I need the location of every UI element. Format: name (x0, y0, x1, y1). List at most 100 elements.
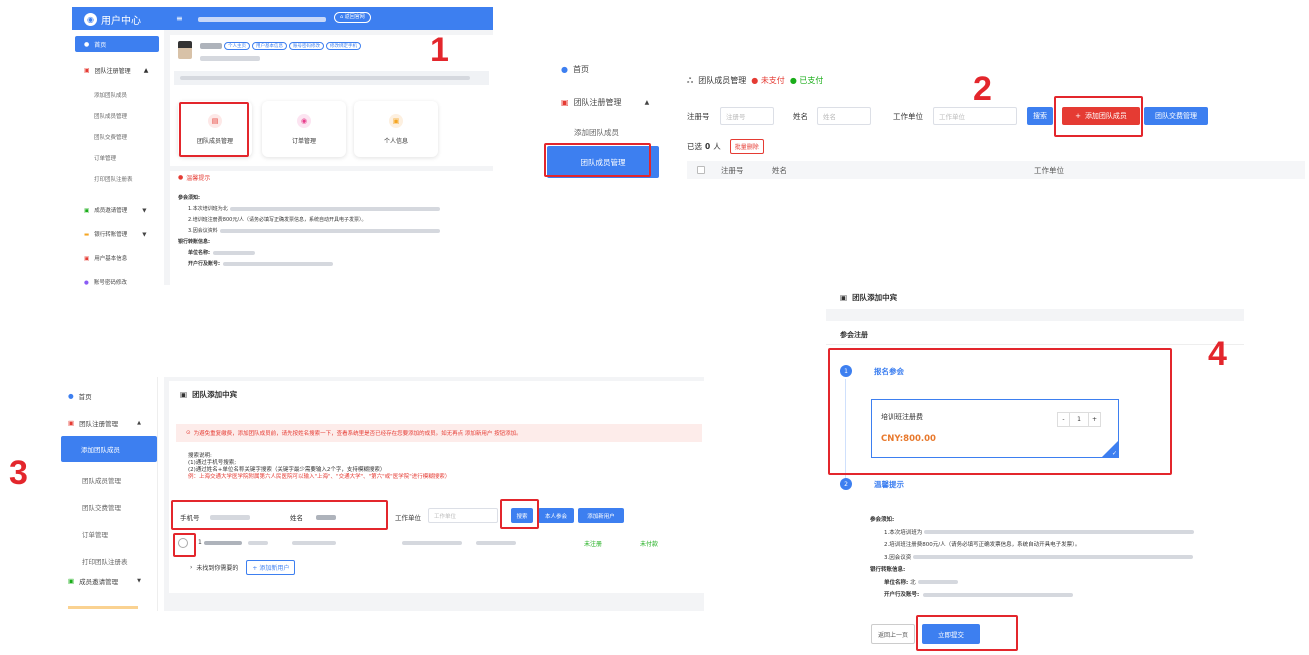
profile-subline-blurred (200, 54, 260, 62)
sidebar-other-items: ▣ 成员邀请管理 ▼ ▬ 银行转账管理 ▼ ▣ 用户基本信息 ● 账号密码修改 (84, 199, 146, 285)
sidebar-item-orders[interactable]: 订单管理 (82, 522, 128, 549)
step-number-3: 3 (9, 454, 28, 492)
sidebar-item-print-register[interactable]: 打印团队注册表 (94, 170, 133, 191)
sidebar-item-member-manage[interactable]: 团队成员管理 (82, 468, 128, 495)
sidebar-item-orders[interactable]: 订单管理 (94, 149, 133, 170)
panel-team-add: ● 首页 ▣ 团队注册管理 ▲ 添加团队成员 团队成员管理 团队交费管理 订单管理 打… (52, 377, 704, 611)
register-icon: ▣ (840, 293, 848, 302)
chevron-up-icon: ▲ (644, 99, 650, 106)
sidebar-item-fee-manage[interactable]: 团队交费管理 (82, 495, 128, 522)
name-input[interactable]: 姓名 (817, 107, 871, 125)
sidebar-item-fee-manage[interactable]: 团队交费管理 (94, 128, 133, 149)
highlight-result-radio (173, 533, 196, 557)
result-name: 1 (198, 539, 516, 546)
section-divider (826, 344, 1244, 345)
warning-banner: ⊙ 为避免重复缴费，添加团队成员前，请先按姓名搜索一下，查看系统里是否已经存在您要… (176, 424, 702, 442)
self-attend-button[interactable]: 本人参会 (538, 508, 574, 523)
batch-delete-button[interactable]: 批量删除 (729, 139, 764, 154)
sidebar-item-add-member[interactable]: 添加团队成员 (61, 436, 157, 462)
highlight-register-section (828, 348, 1172, 475)
col-name: 姓名 (772, 166, 787, 175)
highlight-search-fields (171, 500, 388, 530)
unit-input[interactable]: 工作单位 (933, 107, 1017, 125)
page-title: 团队成员管理 (698, 76, 747, 85)
unit-label: 工作单位 (893, 112, 923, 121)
register-icon: ▣ (180, 390, 188, 399)
not-found-row: › 未找到你需要的 + 添加新用户 (190, 560, 296, 575)
search-instructions: 搜索说明: (1)通过手机号搜索; (2)通过姓名+单位名称关键字搜索（关键字最… (188, 453, 451, 480)
selected-count: 0 (705, 142, 711, 151)
chip-homepage[interactable]: 个人主页 (224, 42, 250, 50)
sidebar-item-invite[interactable]: ▣ 成员邀请管理 ▼ (68, 576, 141, 586)
highlight-member-manage-menu (544, 143, 651, 177)
invite-icon: ▣ (68, 577, 75, 585)
panel-member-manage: ● 首页 ▣ 团队注册管理 ▲ 添加团队成员 团队成员管理 ஃ 团队成员管理 ● 未支… (543, 50, 1305, 180)
add-new-user-button[interactable]: 添加新用户 (578, 508, 624, 523)
back-button[interactable]: 返回上一页 (871, 624, 915, 644)
chevron-down-icon: ▼ (142, 232, 147, 238)
chip-user-info[interactable]: 用户基本信息 (252, 42, 287, 50)
sidebar-item-add-member[interactable]: 添加团队成员 (574, 127, 619, 138)
step2-title: 温馨提示 (874, 480, 904, 489)
fee-manage-button[interactable]: 团队交费管理 (1144, 107, 1208, 125)
back-to-site-button[interactable]: ⌂ 返回官网 (334, 12, 371, 23)
panel3-header: ▣ 团队添加中宾 (180, 389, 237, 400)
chevron-up-icon: ▲ (143, 67, 149, 74)
site-name-blurred (198, 15, 326, 23)
sidebar-item-print-register[interactable]: 打印团队注册表 (82, 549, 128, 576)
sidebar-item-team-register[interactable]: ▣ 团队注册管理 ▲ (561, 97, 649, 108)
filter-bar: 注册号 注册号 姓名 姓名 工作单位 工作单位 搜索 + 添加团队成员 团队交费管… (687, 107, 1305, 125)
id-card-icon: ▣ (389, 113, 403, 128)
sidebar-item-bank-transfer[interactable]: ▬ 银行转账管理 ▼ (84, 223, 146, 247)
avatar (178, 41, 192, 59)
result-row: 1 未注册 未付款 (176, 537, 696, 551)
top-bar: ◉ 用户中心 ≡ ⌂ 返回官网 (72, 7, 493, 30)
sidebar-item-home[interactable]: ● 首页 (561, 64, 589, 75)
notice-body: 参会须知: 1.本次培训班为 2.培训班注册费800元/人（请务必填写正确发票信… (870, 514, 1195, 602)
register-icon: ▣ (84, 67, 90, 74)
sidebar-item-user-info[interactable]: ▣ 用户基本信息 (84, 247, 146, 271)
page-title: 团队添加中宾 (192, 390, 238, 399)
search-button[interactable]: 搜索 (1027, 107, 1053, 125)
sidebar-item-home[interactable]: ● 首页 (75, 36, 159, 52)
chevron-right-icon: › (190, 564, 193, 571)
unit-input[interactable]: 工作单位 (428, 508, 498, 523)
selected-info: 已选 0 人 批量删除 (687, 139, 764, 154)
lock-icon: ● (84, 280, 89, 285)
sidebar-item-team-register[interactable]: ▣ 团队注册管理 ▲ (68, 418, 141, 428)
highlight-search-button (500, 499, 539, 529)
chip-password[interactable]: 账号密码修改 (289, 42, 324, 50)
chevron-down-icon: ▼ (142, 208, 147, 214)
sidebar-item-invite[interactable]: ▣ 成员邀请管理 ▼ (84, 199, 146, 223)
add-new-user-link[interactable]: + 添加新用户 (246, 560, 296, 575)
alert-icon: ⊙ (186, 430, 191, 436)
reg-label: 注册号 (687, 112, 710, 121)
main-content: 个人主页 用户基本信息 账号密码修改 修改绑定手机 ▤ 团队成员管理 ◉ 订单管… (170, 35, 493, 285)
sidebar-item-team-register[interactable]: ▣ 团队注册管理 ▲ (84, 66, 148, 75)
sidebar-item-member-manage[interactable]: 团队成员管理 (94, 107, 133, 128)
alert-icon: ● (178, 174, 184, 181)
select-all-checkbox[interactable] (697, 166, 705, 174)
home-icon: ⌂ (340, 14, 344, 20)
step-number-1: 1 (430, 31, 449, 69)
team-icon: ஃ (687, 75, 694, 85)
notice-body: 参会须知: 1.本次培训班为北 2.培训班注册费800元/人（请务必填写正确发票… (178, 193, 440, 270)
col-unit: 工作单位 (1034, 166, 1064, 175)
plus-icon: + (252, 565, 258, 572)
section-title: 参会注册 (840, 331, 868, 339)
user-icon: ▣ (84, 256, 90, 262)
profile-chips: 个人主页 用户基本信息 账号密码修改 修改绑定手机 (200, 42, 361, 50)
card-personal-info[interactable]: ▣ 个人信息 (354, 101, 438, 157)
home-icon: ● (84, 40, 90, 48)
sidebar-item-home[interactable]: ● 首页 (68, 391, 92, 401)
sidebar-item-password[interactable]: ● 账号密码修改 (84, 271, 146, 285)
chip-phone[interactable]: 修改绑定手机 (326, 42, 361, 50)
invite-icon: ▣ (84, 208, 90, 214)
reg-input[interactable]: 注册号 (720, 107, 774, 125)
chevron-up-icon: ▲ (137, 420, 142, 426)
sidebar-item-add-member[interactable]: 添加团队成员 (94, 86, 133, 107)
menu-icon[interactable]: ≡ (176, 14, 183, 23)
unit-label: 工作单位 (395, 514, 421, 522)
card-orders[interactable]: ◉ 订单管理 (262, 101, 346, 157)
page-title: 团队添加中宾 (852, 293, 898, 302)
